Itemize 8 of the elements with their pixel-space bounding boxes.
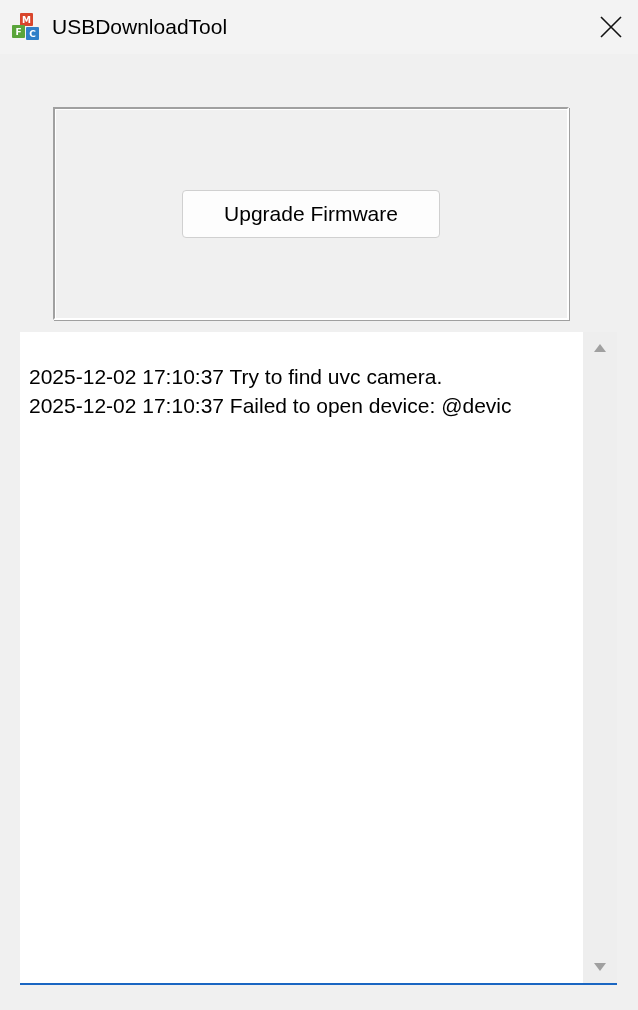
scroll-down-icon[interactable] — [594, 963, 606, 971]
log-text-area[interactable]: 2025-12-02 17:10:37 Try to find uvc camera. 2025-12-02 17:10:37 Failed to open device: @devic — [20, 332, 617, 985]
log-line: 2025-12-02 17:10:37 Try to find uvc camera. — [29, 364, 444, 390]
window-title: USBDownloadTool — [52, 15, 229, 39]
upgrade-firmware-button[interactable]: Upgrade Firmware — [182, 189, 440, 238]
close-icon[interactable] — [600, 16, 622, 38]
log-line: 2025-12-02 17:10:37 Failed to open device: @devic — [29, 393, 513, 419]
scroll-up-icon[interactable] — [594, 344, 606, 352]
